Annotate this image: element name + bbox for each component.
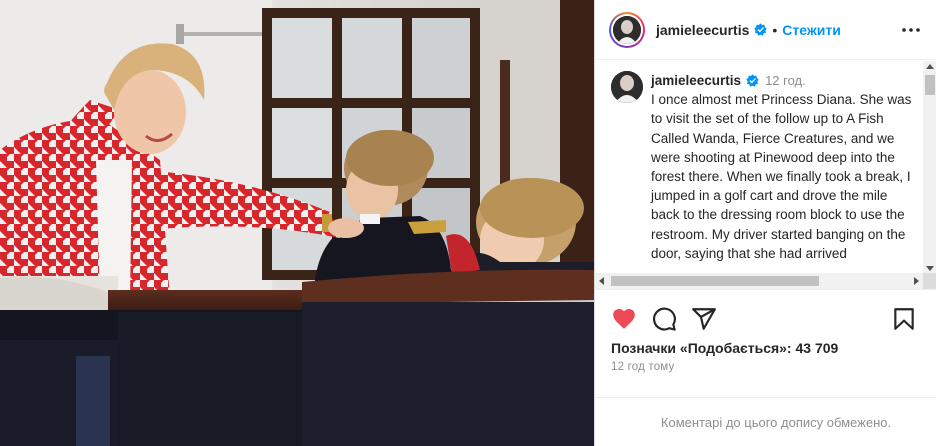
avatar xyxy=(613,15,641,44)
caption-timestamp: 12 год. xyxy=(765,73,806,88)
horizontal-scrollbar[interactable] xyxy=(595,273,923,289)
likes-count[interactable]: Позначки «Подобається»: 43 709 xyxy=(611,340,838,356)
post-actions xyxy=(595,300,936,336)
scroll-down-arrow-icon[interactable] xyxy=(926,266,934,271)
vertical-scrollbar[interactable] xyxy=(923,61,936,274)
caption: jamieleecurtis 12 год. I once almost met … xyxy=(651,71,913,263)
caption-text: I once almost met Princess Diana. She wa… xyxy=(651,92,912,261)
share-icon[interactable] xyxy=(691,306,717,332)
story-ring[interactable] xyxy=(609,11,645,48)
post-time[interactable]: 12 год тому xyxy=(611,361,675,373)
more-options-icon[interactable] xyxy=(899,18,923,42)
scroll-left-arrow-icon[interactable] xyxy=(599,277,604,285)
caption-avatar[interactable] xyxy=(611,71,643,103)
horizontal-scroll-thumb[interactable] xyxy=(611,276,819,286)
post-side-panel: jamieleecurtis • Стежити jamieleecurtis 1… xyxy=(594,0,936,446)
heart-icon[interactable] xyxy=(611,306,637,332)
post-photo[interactable] xyxy=(0,0,594,446)
scroll-up-arrow-icon[interactable] xyxy=(926,64,934,69)
follow-button[interactable]: Стежити xyxy=(782,22,841,38)
vertical-scroll-thumb[interactable] xyxy=(925,75,935,95)
post-header: jamieleecurtis • Стежити xyxy=(595,0,936,60)
scrollbar-corner xyxy=(923,273,936,289)
separator-dot: • xyxy=(772,21,778,38)
photo-illustration xyxy=(0,0,594,446)
scroll-right-arrow-icon[interactable] xyxy=(914,277,919,285)
comment-icon[interactable] xyxy=(651,306,677,332)
caption-scroll-area[interactable]: jamieleecurtis 12 год. I once almost met … xyxy=(595,61,936,290)
post-author-username[interactable]: jamieleecurtis xyxy=(656,22,749,38)
verified-badge-icon xyxy=(754,23,768,36)
caption-verified-badge-icon xyxy=(746,74,759,87)
caption-username[interactable]: jamieleecurtis xyxy=(651,73,741,88)
bookmark-icon[interactable] xyxy=(891,306,917,332)
comments-disabled-notice: Коментарі до цього допису обмежено. xyxy=(595,397,936,446)
